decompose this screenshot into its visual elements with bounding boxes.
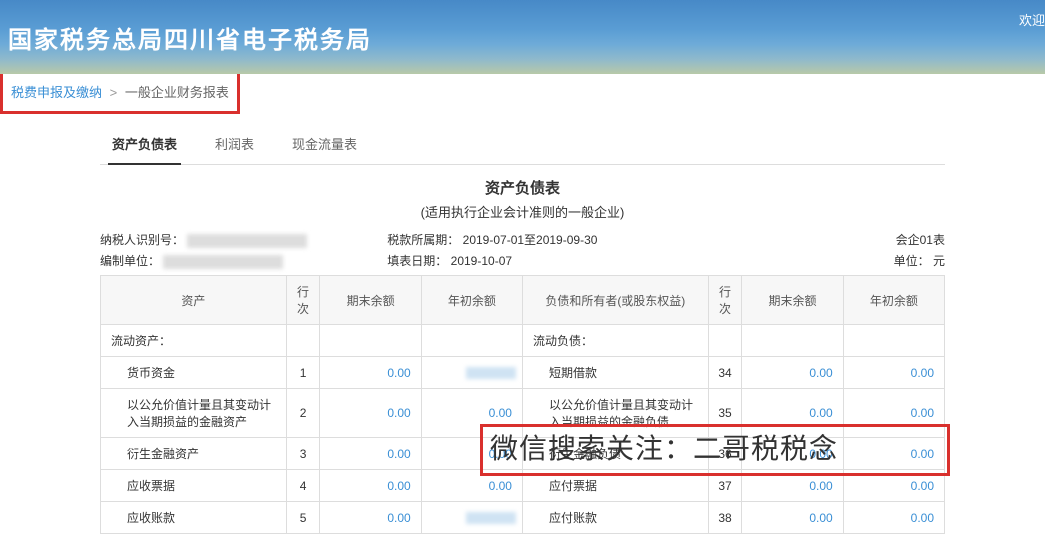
liability-rownum: 37 [708,470,742,502]
liability-name: 应付账款 [522,502,708,534]
th-rownum-1: 行次 [286,276,320,325]
liability-begin-balance[interactable]: 0.00 [843,502,944,534]
liability-end-balance[interactable]: 0.00 [742,357,843,389]
asset-end-balance[interactable]: 0.00 [320,470,421,502]
unit-label: 单位： [894,254,930,268]
th-asset: 资产 [101,276,287,325]
asset-end-balance[interactable]: 0.00 [320,502,421,534]
th-end-bal-2: 期末余额 [742,276,843,325]
tab-income-statement[interactable]: 利润表 [211,124,258,164]
asset-begin-balance[interactable] [421,502,522,534]
taxpayer-id-value [187,234,307,248]
liability-name: 短期借款 [522,357,708,389]
asset-rownum [286,325,320,357]
form-code: 会企01表 [784,231,945,248]
asset-rownum: 5 [286,502,320,534]
table-row: 应收票据40.000.00应付票据370.000.00 [101,470,945,502]
tax-period-label: 税款所属期： [387,233,459,247]
asset-begin-balance [421,325,522,357]
asset-end-balance[interactable]: 0.00 [320,389,421,438]
liability-name: 应付票据 [522,470,708,502]
taxpayer-id-label: 纳税人识别号： [100,233,184,247]
asset-name: 以公允价值计量且其变动计入当期损益的金融资产 [101,389,287,438]
header-banner: 国家税务总局四川省电子税务局 欢迎 [0,0,1045,74]
liability-begin-balance[interactable]: 0.00 [843,470,944,502]
breadcrumb: 税费申报及缴纳 > 一般企业财务报表 [0,72,240,114]
liability-rownum: 36 [708,438,742,470]
liability-begin-balance[interactable]: 0.00 [843,438,944,470]
asset-name: 应收票据 [101,470,287,502]
tab-cash-flow[interactable]: 现金流量表 [288,124,361,164]
meta-row-1: 纳税人识别号： 税款所属期： 2019-07-01至2019-09-30 会企0… [100,231,945,248]
liability-begin-balance [843,325,944,357]
prepared-by-value [163,255,283,269]
asset-begin-balance[interactable]: 0.00 [421,438,522,470]
site-title: 国家税务总局四川省电子税务局 [8,20,372,55]
breadcrumb-current: 一般企业财务报表 [125,85,229,100]
asset-begin-balance[interactable]: 0.00 [421,389,522,438]
table-row: 衍生金融资产30.000.00衍生金融负债360.000.00 [101,438,945,470]
liability-end-balance[interactable]: 0.00 [742,389,843,438]
asset-rownum: 1 [286,357,320,389]
th-rownum-2: 行次 [708,276,742,325]
table-row: 以公允价值计量且其变动计入当期损益的金融资产20.000.00以公允价值计量且其… [101,389,945,438]
fill-date-value: 2019-10-07 [451,254,512,268]
asset-rownum: 3 [286,438,320,470]
asset-end-balance[interactable]: 0.00 [320,438,421,470]
th-begin-bal-1: 年初余额 [421,276,522,325]
asset-name: 衍生金融资产 [101,438,287,470]
asset-end-balance[interactable]: 0.00 [320,357,421,389]
liability-rownum: 38 [708,502,742,534]
liability-rownum: 35 [708,389,742,438]
asset-begin-balance[interactable]: 0.00 [421,470,522,502]
main-content: 资产负债表 利润表 现金流量表 资产负债表 (适用执行企业会计准则的一般企业) … [0,114,1045,534]
table-row: 应收账款50.00应付账款380.000.00 [101,502,945,534]
report-title: 资产负债表 [100,177,945,198]
tax-period-value: 2019-07-01至2019-09-30 [463,233,598,247]
liability-rownum: 34 [708,357,742,389]
th-begin-bal-2: 年初余额 [843,276,944,325]
liability-name: 衍生金融负债 [522,438,708,470]
th-end-bal-1: 期末余额 [320,276,421,325]
liability-name: 以公允价值计量且其变动计入当期损益的金融负债 [522,389,708,438]
liability-end-balance [742,325,843,357]
breadcrumb-link[interactable]: 税费申报及缴纳 [11,85,102,100]
asset-rownum: 2 [286,389,320,438]
breadcrumb-sep: > [110,85,118,100]
unit-value: 元 [933,254,945,268]
table-header-row: 资产 行次 期末余额 年初余额 负债和所有者(或股东权益) 行次 期末余额 年初… [101,276,945,325]
table-row: 货币资金10.00短期借款340.000.00 [101,357,945,389]
asset-name: 货币资金 [101,357,287,389]
liability-end-balance[interactable]: 0.00 [742,502,843,534]
liability-name: 流动负债： [522,325,708,357]
liability-begin-balance[interactable]: 0.00 [843,389,944,438]
fill-date-label: 填表日期： [387,254,447,268]
tab-balance-sheet[interactable]: 资产负债表 [108,124,181,165]
asset-rownum: 4 [286,470,320,502]
asset-name: 流动资产： [101,325,287,357]
asset-name: 应收账款 [101,502,287,534]
report-subtitle: (适用执行企业会计准则的一般企业) [100,202,945,221]
asset-begin-balance[interactable] [421,357,522,389]
table-row: 流动资产： 流动负债： [101,325,945,357]
asset-end-balance [320,325,421,357]
th-liab: 负债和所有者(或股东权益) [522,276,708,325]
liability-end-balance[interactable]: 0.00 [742,438,843,470]
prepared-by-label: 编制单位： [100,254,160,268]
liability-begin-balance[interactable]: 0.00 [843,357,944,389]
balance-sheet-table: 资产 行次 期末余额 年初余额 负债和所有者(或股东权益) 行次 期末余额 年初… [100,275,945,534]
meta-row-2: 编制单位： 填表日期： 2019-10-07 单位： 元 [100,252,945,269]
liability-end-balance[interactable]: 0.00 [742,470,843,502]
welcome-text: 欢迎 [1019,10,1045,29]
tab-bar: 资产负债表 利润表 现金流量表 [100,124,945,165]
liability-rownum [708,325,742,357]
